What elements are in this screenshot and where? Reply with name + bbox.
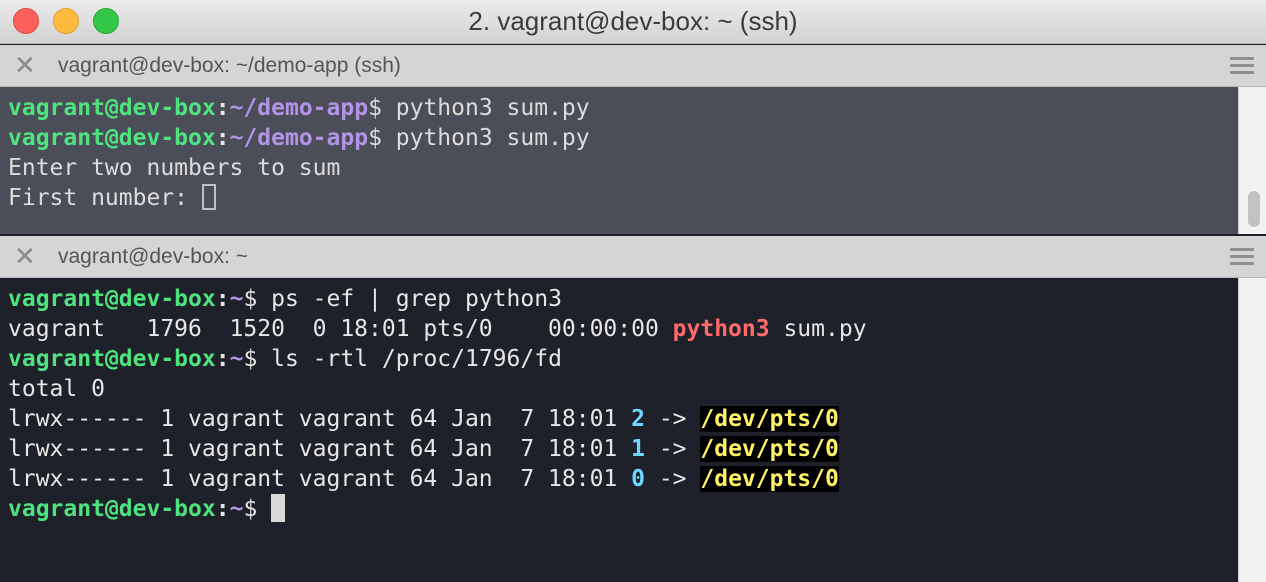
terminal-line: vagrant 1796 1520 0 18:01 pts/0 00:00:00…	[8, 314, 1266, 344]
terminal-line: total 0	[8, 374, 1266, 404]
terminal-line: vagrant@dev-box:~$ ls -rtl /proc/1796/fd	[8, 344, 1266, 374]
output-text: lrwx------ 1 vagrant vagrant 64 Jan 7 18…	[8, 436, 632, 462]
fd-number: 2	[631, 406, 645, 432]
output-text: Enter two numbers to sum	[8, 155, 341, 181]
scrollbar-pane-demo-app[interactable]	[1238, 87, 1266, 234]
arrow-text: ->	[644, 406, 701, 432]
pane-title: vagrant@dev-box: ~/demo-app (ssh)	[58, 54, 401, 77]
symlink-target: /dev/pts/0	[700, 406, 839, 432]
prompt-path: ~	[229, 346, 244, 372]
output-text: lrwx------ 1 vagrant vagrant 64 Jan 7 18…	[8, 406, 632, 432]
arrow-text: ->	[644, 436, 701, 462]
terminal-line: lrwx------ 1 vagrant vagrant 64 Jan 7 18…	[8, 464, 1266, 494]
command-text: $ ps -ef | grep python3	[243, 286, 562, 312]
symlink-target: /dev/pts/0	[700, 436, 839, 462]
window-titlebar: 2. vagrant@dev-box: ~ (ssh)	[0, 0, 1266, 44]
output-text: vagrant 1796 1520 0 18:01 pts/0 00:00:00	[8, 316, 673, 342]
terminal-line: vagrant@dev-box:~/demo-app$ python3 sum.…	[8, 123, 1266, 153]
input-prompt-text: First number:	[8, 185, 202, 211]
output-text: sum.py	[769, 316, 867, 342]
close-icon[interactable]: ✕	[14, 51, 36, 81]
terminal-line: lrwx------ 1 vagrant vagrant 64 Jan 7 18…	[8, 434, 1266, 464]
prompt-user: vagrant@dev-box	[8, 286, 216, 312]
prompt-user: vagrant@dev-box	[8, 496, 216, 522]
terminal-line: vagrant@dev-box:~$	[8, 493, 1266, 524]
terminal-pane-demo-app[interactable]: vagrant@dev-box:~/demo-app$ python3 sum.…	[0, 87, 1266, 234]
pane-header-demo-app: ✕ vagrant@dev-box: ~/demo-app (ssh)	[0, 45, 1266, 87]
fd-number: 0	[631, 466, 645, 492]
prompt-user: vagrant@dev-box	[8, 95, 216, 121]
prompt-user: vagrant@dev-box	[8, 125, 216, 151]
scrollbar-pane-home[interactable]	[1238, 278, 1266, 582]
prompt-colon: :	[215, 95, 230, 121]
output-text: total 0	[8, 376, 105, 402]
arrow-text: ->	[644, 466, 701, 492]
terminal-line: vagrant@dev-box:~$ ps -ef | grep python3	[8, 284, 1266, 314]
prompt-path: ~	[229, 286, 244, 312]
prompt-path: ~/demo-app	[229, 125, 369, 151]
fd-number: 1	[631, 436, 645, 462]
terminal-line: First number:	[8, 183, 1266, 213]
terminal-line: lrwx------ 1 vagrant vagrant 64 Jan 7 18…	[8, 404, 1266, 434]
command-text: $	[243, 496, 272, 522]
output-text: lrwx------ 1 vagrant vagrant 64 Jan 7 18…	[8, 466, 632, 492]
terminal-line: vagrant@dev-box:~/demo-app$ python3 sum.…	[8, 93, 1266, 123]
prompt-path: ~	[229, 496, 244, 522]
prompt-colon: :	[215, 496, 230, 522]
prompt-colon: :	[215, 286, 230, 312]
terminal-cursor	[201, 183, 216, 210]
terminal-line: Enter two numbers to sum	[8, 153, 1266, 183]
pane-header-home: ✕ vagrant@dev-box: ~	[0, 236, 1266, 278]
prompt-user: vagrant@dev-box	[8, 346, 216, 372]
window-title: 2. vagrant@dev-box: ~ (ssh)	[468, 6, 798, 36]
scrollbar-thumb[interactable]	[1248, 191, 1260, 227]
prompt-colon: :	[215, 125, 230, 151]
terminal-cursor	[271, 493, 286, 522]
hamburger-menu-icon[interactable]	[1230, 57, 1254, 75]
prompt-path: ~/demo-app	[229, 95, 369, 121]
terminal-pane-home[interactable]: vagrant@dev-box:~$ ps -ef | grep python3…	[0, 278, 1266, 582]
command-text: $ python3 sum.py	[368, 95, 590, 121]
symlink-target: /dev/pts/0	[700, 466, 839, 492]
command-text: $ python3 sum.py	[368, 125, 590, 151]
hamburger-menu-icon[interactable]	[1230, 248, 1254, 266]
pane-title: vagrant@dev-box: ~	[58, 245, 249, 268]
grep-match-text: python3	[672, 316, 770, 342]
command-text: $ ls -rtl /proc/1796/fd	[243, 346, 562, 372]
close-icon[interactable]: ✕	[14, 242, 36, 272]
prompt-colon: :	[215, 346, 230, 372]
